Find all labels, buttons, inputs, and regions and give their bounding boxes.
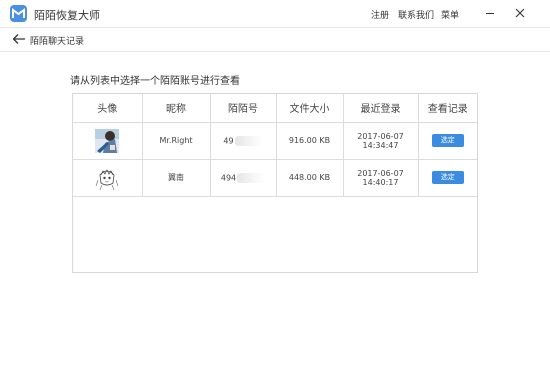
table-row[interactable]: 翼南 494 448.00 KB 2017-06-07 14:40:17 选定	[73, 159, 477, 197]
redacted-blur	[237, 172, 266, 183]
action-cell: 选定	[418, 122, 477, 160]
back-arrow-icon[interactable]	[12, 33, 26, 45]
contact-us-link[interactable]: 联系我们	[398, 8, 434, 21]
redacted-blur	[234, 135, 263, 146]
app-title: 陌陌恢复大师	[34, 9, 100, 22]
header-file-size: 文件大小	[276, 94, 344, 123]
close-button[interactable]	[512, 5, 528, 21]
nav-bar: 陌陌聊天记录	[0, 28, 550, 50]
select-button[interactable]: 选定	[431, 134, 464, 147]
header-view-records: 查看记录	[418, 94, 477, 123]
register-link[interactable]: 注册	[371, 8, 389, 21]
table-header-row: 头像 昵称 陌陌号 文件大小 最近登录 查看记录	[73, 94, 477, 123]
header-momo-id: 陌陌号	[210, 94, 277, 123]
last-login-cell: 2017-06-07 14:34:47	[343, 122, 419, 160]
action-cell: 选定	[418, 159, 477, 197]
nickname-cell: 翼南	[142, 159, 211, 197]
nickname-cell: Mr.Right	[142, 122, 211, 160]
table-row[interactable]: Mr.Right 49 916.00 KB 2017-06-07 14:34:4…	[73, 122, 477, 160]
file-size-cell: 448.00 KB	[276, 159, 344, 197]
header-avatar: 头像	[73, 94, 143, 123]
instruction-text: 请从列表中选择一个陌陌账号进行查看	[70, 76, 240, 87]
avatar	[95, 165, 120, 190]
select-button[interactable]: 选定	[431, 171, 464, 184]
header-nickname: 昵称	[142, 94, 211, 123]
nav-divider	[0, 51, 550, 52]
minimize-button[interactable]	[482, 5, 498, 21]
page-title: 陌陌聊天记录	[30, 37, 85, 47]
avatar-cell	[73, 122, 143, 160]
title-bar: 陌陌恢复大师 注册 联系我们 菜单	[0, 0, 550, 27]
app-logo-icon	[10, 5, 27, 22]
avatar-cell	[73, 159, 143, 197]
momo-id-cell: 494	[210, 159, 277, 197]
header-last-login: 最近登录	[343, 94, 419, 123]
momo-id-cell: 49	[210, 122, 277, 160]
momo-id-text: 49	[223, 136, 234, 145]
menu-link[interactable]: 菜单	[441, 8, 459, 21]
momo-id-text: 494	[220, 173, 237, 182]
avatar	[95, 128, 120, 153]
file-size-cell: 916.00 KB	[276, 122, 344, 160]
last-login-cell: 2017-06-07 14:40:17	[343, 159, 419, 197]
account-table: 头像 昵称 陌陌号 文件大小 最近登录 查看记录 Mr.Right 49 916…	[72, 93, 478, 273]
